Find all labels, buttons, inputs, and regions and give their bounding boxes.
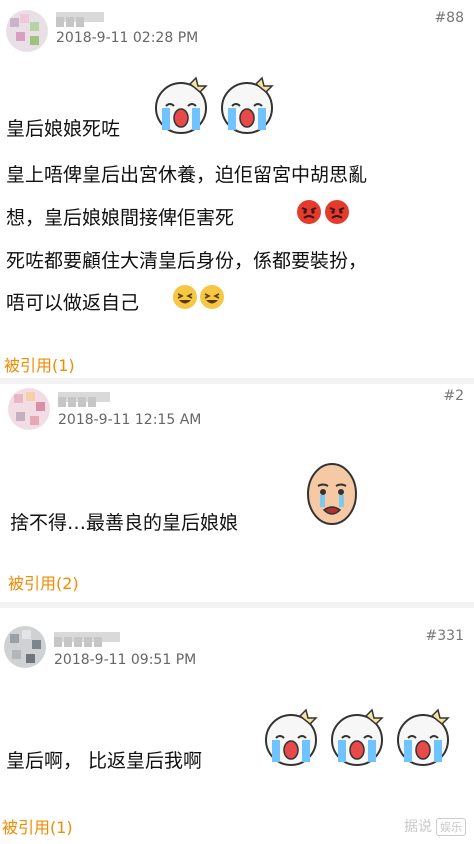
laughing-emoji-icon — [173, 285, 197, 309]
quoted-count-link[interactable]: 被引用(1) — [2, 814, 73, 838]
laughing-emoji-icon — [200, 285, 224, 309]
floor-number: #2 — [443, 388, 464, 404]
username-blurred[interactable] — [56, 12, 104, 27]
quoted-count-link[interactable]: 被引用(2) — [8, 570, 79, 594]
crying-face-icon — [307, 463, 357, 525]
avatar[interactable] — [6, 10, 48, 52]
crying-emoji-icon — [265, 708, 318, 766]
quoted-count-link[interactable]: 被引用(1) — [4, 352, 75, 376]
username-blurred[interactable] — [54, 632, 120, 647]
crying-emoji-icon — [155, 76, 208, 134]
post-text-line: 唔可以做返自己 — [6, 292, 140, 314]
floor-number: #88 — [434, 10, 464, 26]
angry-emoji-icon — [325, 200, 349, 224]
post-2: 2018-9-11 12:15 AM #2 捨不得…最善良的皇后娘娘 被引用(2… — [0, 384, 474, 602]
username-blurred[interactable] — [58, 392, 110, 407]
watermark-text: 据说 — [404, 819, 432, 835]
crying-emoji-icon — [221, 76, 274, 134]
angry-emoji-icon — [297, 200, 321, 224]
post-text-line: 捨不得…最善良的皇后娘娘 — [10, 512, 239, 534]
post-text-line: 皇后娘娘死咗 — [6, 118, 121, 140]
crying-emoji-icon — [331, 708, 384, 766]
post-time: 2018-9-11 12:15 AM — [58, 412, 202, 428]
crying-emoji-icon — [397, 708, 450, 766]
avatar[interactable] — [4, 626, 46, 668]
watermark-badge: 娱乐 — [436, 818, 466, 836]
floor-number: #331 — [425, 628, 464, 644]
post-time: 2018-9-11 09:51 PM — [54, 652, 197, 668]
post-text-line: 死咗都要顧住大清皇后身份，係都要裝扮， — [6, 250, 368, 272]
post-time: 2018-9-11 02:28 PM — [56, 30, 199, 46]
post-text-line: 皇上唔俾皇后出宮休養，迫佢留宮中胡思亂 — [6, 164, 368, 186]
avatar[interactable] — [8, 388, 50, 430]
post-text-line: 想，皇后娘娘間接俾佢害死 — [6, 207, 235, 229]
watermark: 据说 娱乐 — [404, 816, 466, 836]
post-text-line: 皇后啊， 比返皇后我啊 — [6, 750, 203, 772]
post-331: 2018-9-11 09:51 PM #331 皇后啊， 比返皇后我啊 被引用(… — [0, 608, 474, 844]
post-88: 2018-9-11 02:28 PM #88 皇后娘娘死咗 皇上唔俾皇后出宮休養… — [0, 0, 474, 378]
